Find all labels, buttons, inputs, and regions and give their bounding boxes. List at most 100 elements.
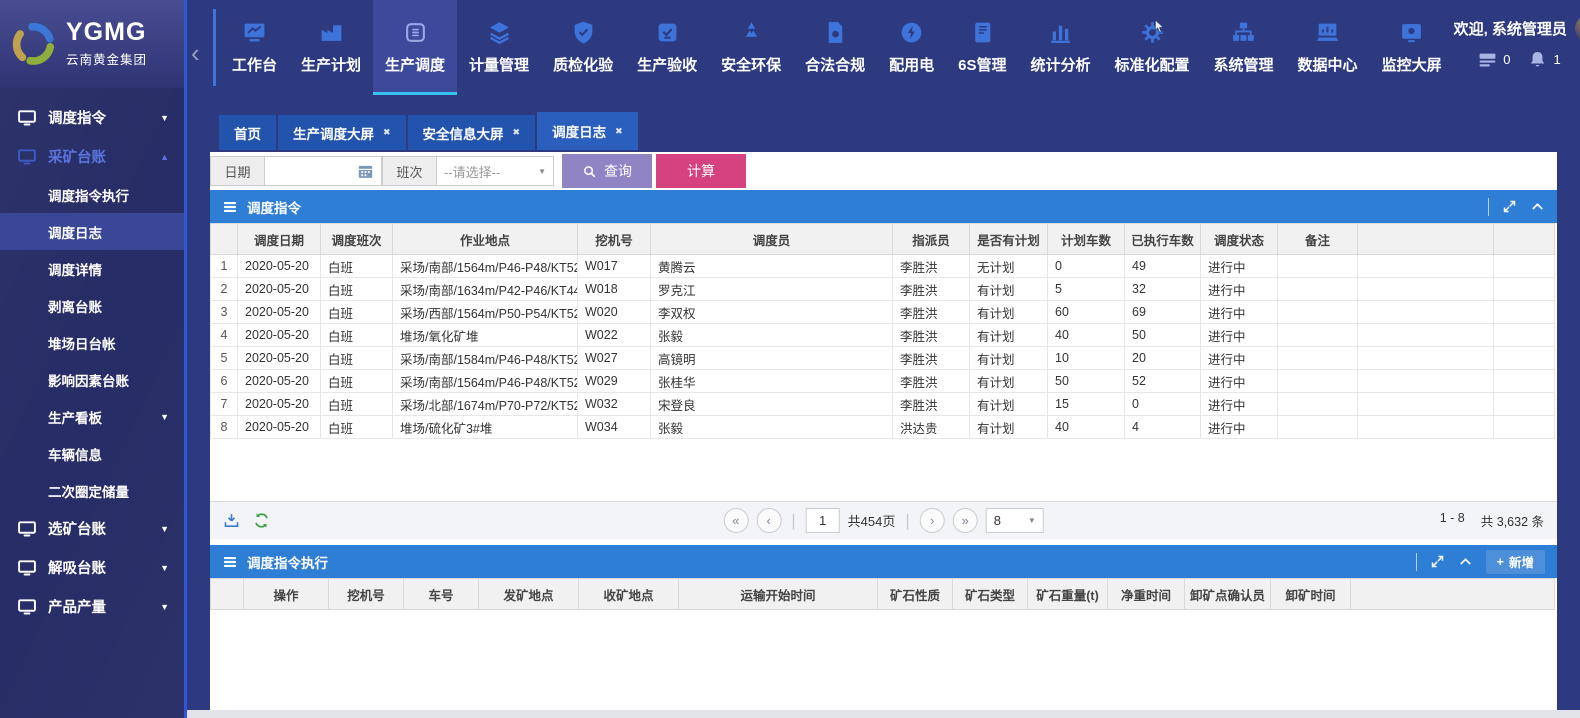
filter-bar: 日期 班次 --请选择-- ▼ 查询 — [210, 152, 1557, 190]
topnav-item-power-distribution[interactable]: 配用电 — [877, 0, 946, 95]
table-cell: 有计划 — [970, 347, 1048, 370]
column-header: 运输开始时间 — [679, 579, 878, 610]
quality-icon — [571, 20, 596, 45]
collapse-up-icon[interactable] — [1458, 554, 1473, 569]
column-header: 调度员 — [651, 224, 893, 255]
dispatch-table-row[interactable]: 52020-05-20白班采场/南部/1584m/P46-P48/KT52-2a… — [211, 347, 1555, 370]
calculate-button[interactable]: 计算 — [656, 154, 746, 188]
query-button[interactable]: 查询 — [562, 154, 652, 188]
topnav-item-6s-mgmt[interactable]: 6S管理 — [946, 0, 1018, 95]
collapse-up-icon[interactable] — [1530, 199, 1545, 214]
badge-messages[interactable]: 0 — [1478, 50, 1510, 69]
badge-notifications[interactable]: 1 — [1528, 50, 1560, 69]
sidebar-item-label: 二次圈定储量 — [48, 481, 129, 501]
table-cell: 2020-05-20 — [238, 393, 321, 416]
sidebar-group-beneficiation-ledger[interactable]: 选矿台账▼ — [0, 509, 184, 548]
last-page-button[interactable]: » — [953, 508, 978, 533]
table-cell: 堆场/氧化矿堆 — [393, 324, 578, 347]
table-cell — [1278, 370, 1358, 393]
topnav-item-measurement-mgmt[interactable]: 计量管理 — [457, 0, 541, 95]
topnav-item-data-center[interactable]: 数据中心 — [1286, 0, 1370, 95]
dispatch-table-row[interactable]: 12020-05-20白班采场/南部/1564m/P46-P48/KT52-2a… — [211, 255, 1555, 278]
close-icon[interactable]: ✖ — [615, 126, 623, 137]
tab-safety-info-screen[interactable]: 安全信息大屏✖ — [408, 115, 536, 150]
sidebar-menu: 调度指令▼采矿台账▲ 调度指令执行调度日志调度详情剥离台账堆场日台帐影响因素台账生… — [0, 88, 184, 626]
sidebar-item-influence-factor-ledger[interactable]: 影响因素台账 — [0, 361, 184, 398]
sidebar-group-desorption-ledger[interactable]: 解吸台账▼ — [0, 548, 184, 587]
topnav-item-legal-compliance[interactable]: 合法合规 — [793, 0, 877, 95]
avatar[interactable] — [1575, 15, 1580, 42]
topnav-item-label: 统计分析 — [1031, 54, 1091, 75]
tab-label: 调度日志 — [552, 121, 606, 141]
first-page-button[interactable]: « — [723, 508, 748, 533]
refresh-icon[interactable] — [253, 512, 270, 529]
close-icon[interactable]: ✖ — [513, 127, 521, 138]
topnav-item-safety-environment[interactable]: 安全环保 — [709, 0, 793, 95]
plus-icon: + — [1497, 555, 1504, 569]
topnav-item-production-dispatch[interactable]: 生产调度 — [373, 0, 457, 95]
dispatch-table-row[interactable]: 82020-05-20白班堆场/硫化矿3#堆W034张毅洪达贵有计划404进行中 — [211, 416, 1555, 439]
dispatch-table-row[interactable]: 62020-05-20白班采场/南部/1564m/P46-P48/KT52-2a… — [211, 370, 1555, 393]
topnav-item-standard-config[interactable]: 标准化配置 — [1103, 0, 1202, 95]
topnav-item-system-mgmt[interactable]: 系统管理 — [1202, 0, 1286, 95]
calendar-icon[interactable] — [357, 163, 374, 180]
next-page-button[interactable]: › — [920, 508, 945, 533]
sidebar-item-production-board[interactable]: 生产看板▼ — [0, 398, 184, 435]
tab-home[interactable]: 首页 — [219, 115, 276, 150]
sidebar-item-yard-daily-ledger[interactable]: 堆场日台帐 — [0, 324, 184, 361]
expand-icon[interactable] — [1430, 554, 1445, 569]
shift-select[interactable]: --请选择-- ▼ — [437, 156, 554, 186]
sidebar-item-dispatch-log[interactable]: 调度日志 — [0, 213, 184, 250]
table-cell: 李胜洪 — [893, 278, 970, 301]
table-cell: 69 — [1125, 301, 1201, 324]
download-icon[interactable] — [223, 512, 240, 529]
sidebar-item-label: 调度指令执行 — [48, 185, 129, 205]
tab-production-dispatch-screen[interactable]: 生产调度大屏✖ — [278, 115, 406, 150]
close-icon[interactable]: ✖ — [383, 127, 391, 138]
topnav-item-monitor-screen[interactable]: 监控大屏 — [1370, 0, 1454, 95]
sidebar-item-label: 车辆信息 — [48, 444, 102, 464]
topnav-item-workbench[interactable]: 工作台 — [220, 0, 289, 95]
prev-page-button[interactable]: ‹ — [756, 508, 781, 533]
sidebar-group-dispatch-command[interactable]: 调度指令▼ — [0, 98, 184, 137]
table-cell: 白班 — [321, 324, 393, 347]
sidebar-item-dispatch-detail[interactable]: 调度详情 — [0, 250, 184, 287]
main-area: ‹ 工作台生产计划生产调度计量管理质检化验生产验收安全环保合法合规配用电6S管理… — [187, 0, 1580, 718]
topnav-item-production-plan[interactable]: 生产计划 — [289, 0, 373, 95]
column-header: 卸矿点确认员 — [1185, 579, 1271, 610]
topnav-item-statistics-analysis[interactable]: 统计分析 — [1019, 0, 1103, 95]
page-number-input[interactable] — [806, 508, 840, 533]
table-cell: 有计划 — [970, 393, 1048, 416]
table-cell: 20 — [1125, 347, 1201, 370]
table-cell — [1494, 370, 1555, 393]
table-cell: 进行中 — [1201, 301, 1278, 324]
sidebar-item-stripping-ledger[interactable]: 剥离台账 — [0, 287, 184, 324]
column-header: 调度日期 — [238, 224, 321, 255]
table-cell: 白班 — [321, 255, 393, 278]
add-button[interactable]: + 新增 — [1486, 550, 1545, 574]
dispatch-table-row[interactable]: 32020-05-20白班采场/西部/1564m/P50-P54/KT52-2a… — [211, 301, 1555, 324]
sidebar-item-secondary-delineation-reserve[interactable]: 二次圈定储量 — [0, 472, 184, 509]
caret-down-icon: ▼ — [160, 602, 169, 612]
dispatch-table-row[interactable]: 72020-05-20白班采场/北部/1674m/P70-P72/KT52-2W… — [211, 393, 1555, 416]
caret-down-icon: ▼ — [160, 524, 169, 534]
table-cell: 进行中 — [1201, 393, 1278, 416]
topnav-item-quality-inspection[interactable]: 质检化验 — [541, 0, 625, 95]
topnav-item-production-acceptance[interactable]: 生产验收 — [625, 0, 709, 95]
page-size-select[interactable]: 8 ▼ — [986, 508, 1044, 533]
expand-icon[interactable] — [1502, 199, 1517, 214]
column-header: 已执行车数 — [1125, 224, 1201, 255]
sidebar-item-vehicle-info[interactable]: 车辆信息 — [0, 435, 184, 472]
sidebar-collapse-icon[interactable]: ‹ — [191, 40, 200, 66]
row-number-cell: 4 — [211, 324, 238, 347]
date-input[interactable] — [265, 158, 357, 184]
tab-dispatch-log[interactable]: 调度日志 ✖ — [537, 112, 638, 150]
sidebar-group-product-output[interactable]: 产品产量▼ — [0, 587, 184, 626]
sidebar-item-dispatch-execution[interactable]: 调度指令执行 — [0, 176, 184, 213]
dispatch-table-row[interactable]: 22020-05-20白班采场/南部/1634m/P42-P46/KT44W01… — [211, 278, 1555, 301]
dispatch-table-row[interactable]: 42020-05-20白班堆场/氧化矿堆W022张毅李胜洪有计划4050进行中 — [211, 324, 1555, 347]
table-cell: 张毅 — [651, 324, 893, 347]
row-number-cell: 7 — [211, 393, 238, 416]
table-cell: 白班 — [321, 393, 393, 416]
sidebar-group-mining-ledger[interactable]: 采矿台账▲ — [0, 137, 184, 176]
